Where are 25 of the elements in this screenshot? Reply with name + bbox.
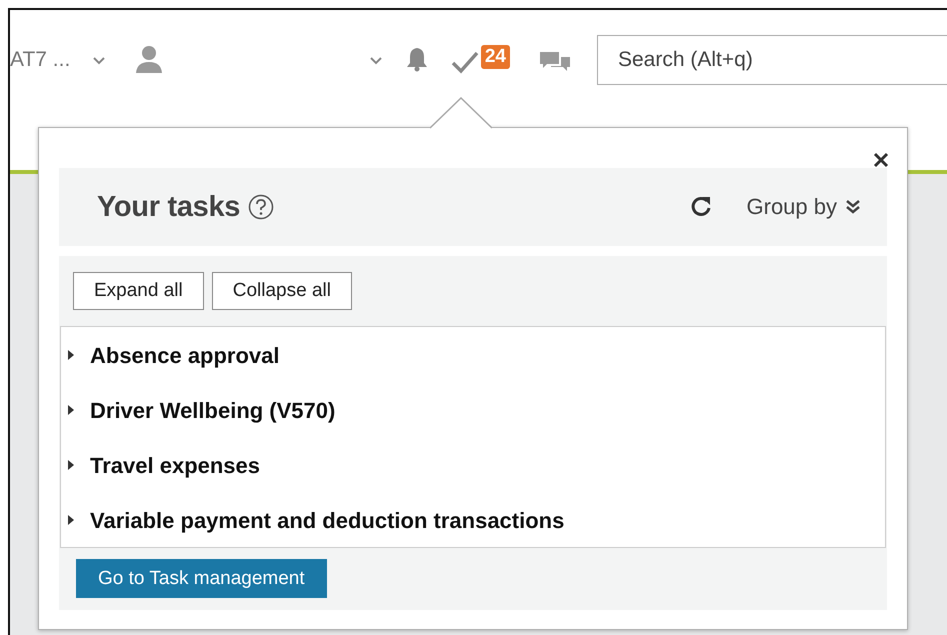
search-field[interactable]: Search (Alt+q) (597, 35, 947, 85)
task-group[interactable]: Absence approval (90, 343, 280, 369)
collapse-all-button[interactable]: Collapse all (212, 272, 352, 310)
checkmark-icon[interactable] (450, 50, 479, 74)
triangle-right-icon[interactable] (67, 515, 75, 525)
task-count-badge: 24 (480, 45, 510, 69)
help-icon[interactable] (248, 194, 274, 220)
task-group[interactable]: Driver Wellbeing (V570) (90, 398, 336, 424)
close-icon[interactable] (873, 152, 889, 168)
expand-all-button[interactable]: Expand all (73, 272, 204, 310)
triangle-right-icon[interactable] (67, 350, 75, 360)
triangle-right-icon[interactable] (67, 460, 75, 470)
bell-icon[interactable] (404, 46, 429, 72)
user-icon[interactable] (134, 44, 164, 74)
refresh-icon[interactable] (688, 195, 712, 219)
triangle-right-icon[interactable] (67, 405, 75, 415)
task-group[interactable]: Variable payment and deduction transactions (90, 508, 564, 534)
chevron-down-icon[interactable] (368, 55, 383, 65)
task-group[interactable]: Travel expenses (90, 453, 260, 479)
group-by-button[interactable]: Group by (746, 194, 861, 220)
popup-title: Your tasks (97, 190, 240, 224)
account-name[interactable]: AT7 ... (10, 48, 70, 72)
double-chevron-icon (845, 199, 861, 215)
chevron-down-icon[interactable] (92, 55, 106, 65)
task-management-button[interactable]: Go to Task management (76, 559, 327, 598)
